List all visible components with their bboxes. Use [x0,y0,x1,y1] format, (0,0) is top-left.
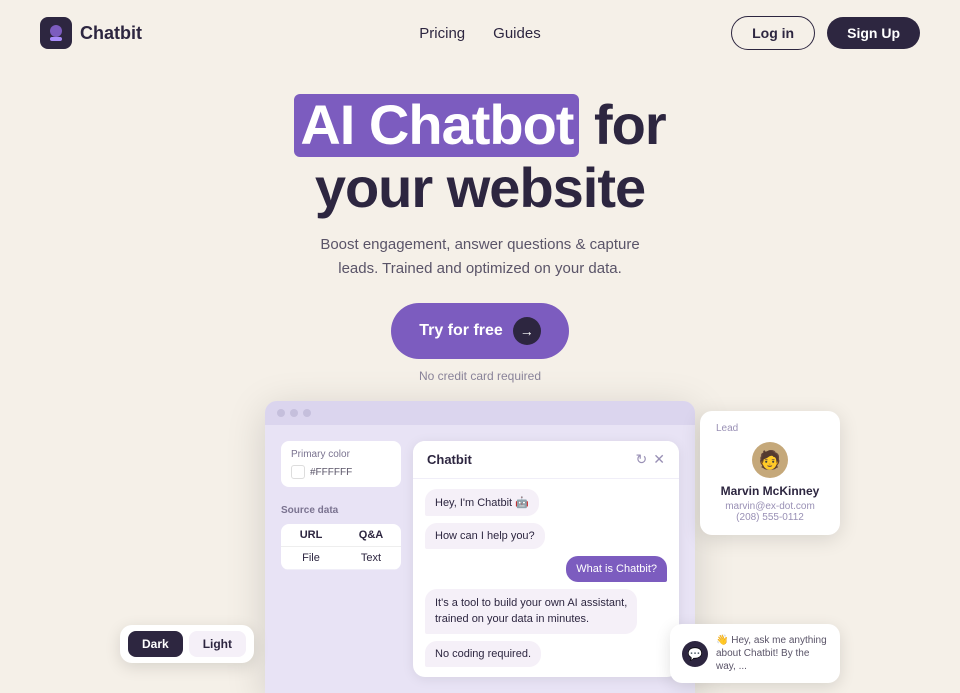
dark-theme-button[interactable]: Dark [128,631,183,657]
color-hex: #FFFFFF [310,467,352,478]
source-col-qa: Q&A [341,524,401,547]
chat-bubble-icon: 💬 [682,641,708,667]
dashboard-preview: Primary color #FFFFFF Source data URL Q&… [130,401,830,693]
source-data-panel: Source data URL Q&A File Text [281,505,401,570]
dot2 [290,409,298,417]
dot3 [303,409,311,417]
browser-bar [265,401,695,425]
primary-color-block: Primary color #FFFFFF [281,441,401,487]
navbar: Chatbit Pricing Guides Log in Sign Up [0,0,960,66]
light-theme-button[interactable]: Light [189,631,246,657]
lead-avatar: 🧑 [752,442,788,478]
lead-name: Marvin McKinney [716,484,824,498]
lead-card: Lead 🧑 Marvin McKinney marvin@ex-dot.com… [700,411,840,535]
login-button[interactable]: Log in [731,16,815,50]
chat-title: Chatbit [427,452,472,467]
cta-note: No credit card required [40,369,920,383]
msg-bot-1: Hey, I'm Chatbit 🤖 [425,489,539,516]
msg-bot-2: How can I help you? [425,523,545,549]
source-file: File [281,547,341,569]
nav-actions: Log in Sign Up [731,16,920,50]
chat-preview-card: 💬 👋 Hey, ask me anything about Chatbit! … [670,624,840,683]
chat-messages: Hey, I'm Chatbit 🤖 How can I help you? W… [413,479,679,677]
hero-title-highlight: AI Chatbot [294,94,579,157]
source-text: Text [341,547,401,569]
logo-text: Chatbit [80,23,142,44]
chat-header: Chatbit ↻ ✕ [413,441,679,479]
logo-icon [40,17,72,49]
msg-user-1: What is Chatbit? [566,556,667,582]
dot1 [277,409,285,417]
nav-links: Pricing Guides [419,25,540,42]
arrow-icon: → [513,317,541,345]
chat-bubble-text: 👋 Hey, ask me anything about Chatbit! By… [716,634,828,673]
nav-pricing[interactable]: Pricing [419,25,465,42]
chat-panel: Chatbit ↻ ✕ Hey, I'm Chatbit 🤖 How can I… [413,441,679,677]
source-label: Source data [281,505,401,516]
cta-label: Try for free [419,322,503,340]
nav-guides[interactable]: Guides [493,25,541,42]
hero-title: AI Chatbot for your website [40,94,920,219]
browser-window: Primary color #FFFFFF Source data URL Q&… [265,401,695,693]
msg-bot-3: No coding required. [425,641,541,667]
hero-title-line2: your website [315,156,645,219]
chat-icons: ↻ ✕ [636,451,665,468]
source-col-url: URL [281,524,341,547]
source-header-row: URL Q&A [281,524,401,547]
primary-color-label: Primary color [291,449,391,460]
color-swatch-row: #FFFFFF [291,465,391,479]
lead-label: Lead [716,423,824,434]
signup-button[interactable]: Sign Up [827,17,920,49]
msg-bot-long: It's a tool to build your own AI assista… [425,589,637,634]
browser-content: Primary color #FFFFFF Source data URL Q&… [265,425,695,693]
color-swatch [291,465,305,479]
logo: Chatbit [40,17,142,49]
close-icon[interactable]: ✕ [653,451,665,468]
hero-title-rest: for [594,93,666,156]
theme-toggle-card: Dark Light [120,625,254,663]
source-data-row: File Text [281,547,401,570]
refresh-icon[interactable]: ↻ [636,451,648,468]
cta-button[interactable]: Try for free → [391,303,569,359]
lead-phone: (208) 555-0112 [716,512,824,523]
lead-email: marvin@ex-dot.com [716,501,824,512]
hero-subtitle: Boost engagement, answer questions & cap… [40,233,920,281]
hero-section: AI Chatbot for your website Boost engage… [0,66,960,383]
source-table: URL Q&A File Text [281,524,401,570]
